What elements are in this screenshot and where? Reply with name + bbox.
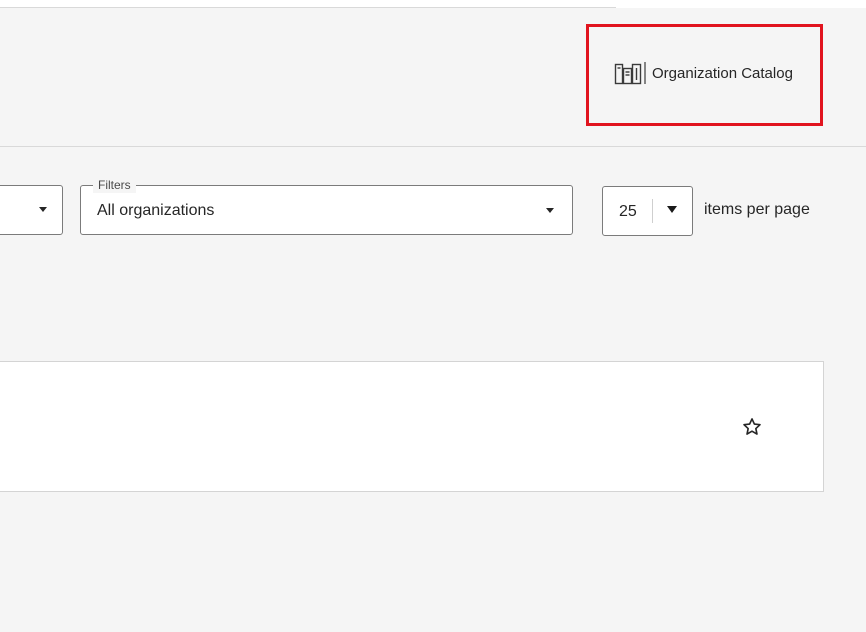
caret-down-icon <box>667 206 677 213</box>
page-size-separator <box>652 199 653 223</box>
sort-select[interactable] <box>0 185 63 235</box>
filters-value: All organizations <box>97 202 215 219</box>
chevron-down-icon <box>39 207 47 212</box>
organization-card[interactable] <box>0 361 824 492</box>
filters-label: Filters <box>93 177 136 193</box>
page-size-select[interactable]: 25 <box>602 186 693 236</box>
items-per-page-label: items per page <box>704 201 810 218</box>
filters-select[interactable]: Filters All organizations <box>80 177 573 235</box>
page-size-value: 25 <box>619 203 637 220</box>
favorite-star-button[interactable] <box>741 416 763 438</box>
highlight-box <box>586 24 823 126</box>
chevron-down-icon <box>546 208 554 213</box>
star-outline-icon <box>741 416 763 438</box>
header-divider <box>0 146 866 147</box>
